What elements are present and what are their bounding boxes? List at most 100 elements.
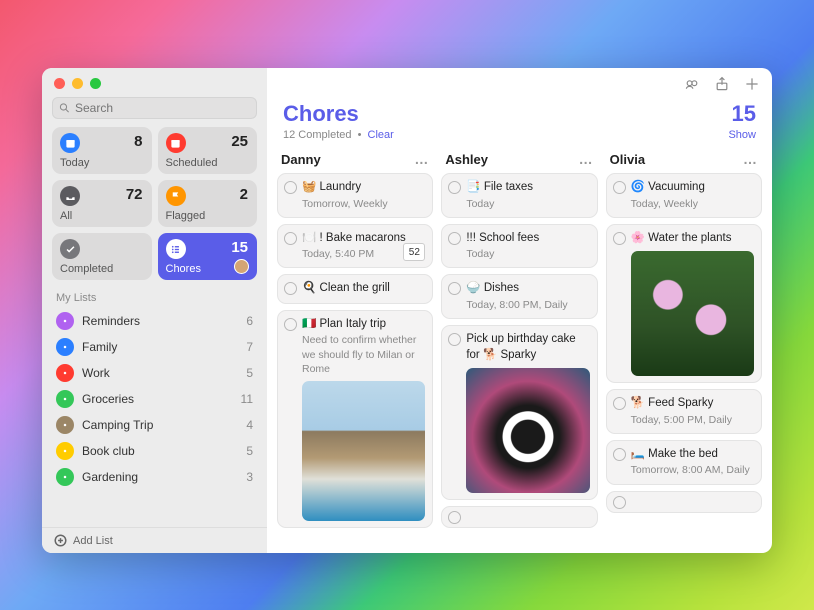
complete-checkbox[interactable]	[448, 511, 461, 524]
complete-checkbox[interactable]	[448, 181, 461, 194]
reminder-title: 🛏️ Make the bed	[631, 447, 754, 463]
share-icon[interactable]	[714, 76, 730, 97]
list-name: Groceries	[82, 392, 233, 406]
flagged-icon	[166, 186, 186, 206]
new-reminder-placeholder[interactable]	[441, 506, 597, 528]
show-completed-button[interactable]: Show	[728, 129, 756, 141]
columns: Danny…🧺 LaundryTomorrow, Weekly🍽️ ! Bake…	[267, 149, 772, 553]
search-icon	[59, 102, 70, 114]
reminder-meta: Tomorrow, Weekly	[302, 197, 425, 211]
reminder-card[interactable]: 🐕 Feed SparkyToday, 5:00 PM, Daily	[606, 389, 762, 434]
list-bullet-icon	[56, 416, 74, 434]
reminder-title: Pick up birthday cake for 🐕 Sparky	[466, 332, 589, 363]
reminder-image	[631, 251, 754, 376]
column-more-button[interactable]: …	[579, 151, 594, 167]
reminder-title: 🧺 Laundry	[302, 180, 425, 196]
smart-list-label: Scheduled	[166, 157, 250, 169]
reminder-card[interactable]: 🍳 Clean the grill	[277, 274, 433, 304]
smart-list-scheduled[interactable]: 25 Scheduled	[158, 127, 258, 174]
reminder-meta: Today	[466, 197, 589, 211]
list-work[interactable]: Work5	[42, 360, 267, 386]
complete-checkbox[interactable]	[613, 181, 626, 194]
scheduled-icon	[166, 133, 186, 153]
close-window-button[interactable]	[54, 78, 65, 89]
list-name: Family	[82, 340, 238, 354]
reminder-meta: Today, 8:00 PM, Daily	[466, 298, 589, 312]
smart-list-label: All	[60, 210, 144, 222]
all-icon	[60, 186, 80, 206]
completed-icon	[60, 239, 80, 259]
smart-list-today[interactable]: 8Today	[52, 127, 152, 174]
new-reminder-icon[interactable]	[744, 76, 760, 97]
reminder-title: 🇮🇹 Plan Italy trip	[302, 317, 425, 333]
list-name: Book club	[82, 444, 238, 458]
complete-checkbox[interactable]	[448, 282, 461, 295]
window-controls	[42, 68, 267, 95]
search-input[interactable]	[75, 101, 250, 115]
reminder-note: Need to confirm whether we should fly to…	[302, 333, 425, 376]
shared-avatar	[234, 259, 249, 274]
reminder-card[interactable]: 📑 File taxesToday	[441, 173, 597, 218]
smart-list-count: 25	[231, 133, 248, 150]
collaborate-icon[interactable]	[684, 76, 700, 97]
list-gardening[interactable]: Gardening3	[42, 464, 267, 490]
list-name: Reminders	[82, 314, 238, 328]
complete-checkbox[interactable]	[284, 318, 297, 331]
list-bullet-icon	[56, 442, 74, 460]
complete-checkbox[interactable]	[284, 181, 297, 194]
list-count: 7	[246, 340, 253, 354]
reminder-title: 🐕 Feed Sparky	[631, 396, 754, 412]
count-badge: 52	[403, 243, 425, 261]
complete-checkbox[interactable]	[448, 232, 461, 245]
column-title: Ashley	[445, 152, 488, 167]
new-reminder-placeholder[interactable]	[606, 491, 762, 513]
reminder-card[interactable]: 🇮🇹 Plan Italy tripNeed to confirm whethe…	[277, 310, 433, 528]
reminder-card[interactable]: 🍽️ ! Bake macaronsToday, 5:40 PM52	[277, 224, 433, 269]
zoom-window-button[interactable]	[90, 78, 101, 89]
list-bullet-icon	[56, 312, 74, 330]
add-list-button[interactable]: Add List	[42, 527, 267, 553]
list-groceries[interactable]: Groceries11	[42, 386, 267, 412]
reminder-card[interactable]: 🛏️ Make the bedTomorrow, 8:00 AM, Daily	[606, 440, 762, 485]
list-family[interactable]: Family 7	[42, 334, 267, 360]
list-count: 6	[246, 314, 253, 328]
sidebar: 8Today 25 Scheduled 72 All 2Flagged Completed 1…	[42, 68, 267, 553]
complete-checkbox[interactable]	[613, 397, 626, 410]
complete-checkbox[interactable]	[613, 232, 626, 245]
smart-list-flagged[interactable]: 2Flagged	[158, 180, 258, 227]
list-reminders[interactable]: Reminders 6	[42, 308, 267, 334]
smart-list-label: Completed	[60, 263, 144, 275]
clear-completed-button[interactable]: Clear	[368, 129, 394, 141]
smart-list-completed[interactable]: Completed	[52, 233, 152, 280]
smart-list-all[interactable]: 72 All	[52, 180, 152, 227]
column-more-button[interactable]: …	[414, 151, 429, 167]
reminder-card[interactable]: Pick up birthday cake for 🐕 Sparky	[441, 325, 597, 500]
list-count: 4	[246, 418, 253, 432]
complete-checkbox[interactable]	[284, 282, 297, 295]
smart-list-chores[interactable]: 15Chores	[158, 233, 258, 280]
reminder-card[interactable]: 🌸 Water the plants	[606, 224, 762, 384]
smart-list-count: 72	[126, 186, 143, 203]
complete-checkbox[interactable]	[613, 496, 626, 509]
reminder-title: 🌀 Vacuuming	[631, 180, 754, 196]
column-danny: Danny…🧺 LaundryTomorrow, Weekly🍽️ ! Bake…	[277, 149, 433, 543]
reminder-card[interactable]: !!! School feesToday	[441, 224, 597, 269]
completed-count-text: 12 Completed	[283, 129, 352, 141]
reminder-card[interactable]: 🌀 VacuumingToday, Weekly	[606, 173, 762, 218]
column-more-button[interactable]: …	[743, 151, 758, 167]
today-icon	[60, 133, 80, 153]
complete-checkbox[interactable]	[613, 448, 626, 461]
list-book-club[interactable]: Book club5	[42, 438, 267, 464]
reminder-card[interactable]: 🧺 LaundryTomorrow, Weekly	[277, 173, 433, 218]
complete-checkbox[interactable]	[284, 232, 297, 245]
my-lists: Reminders 6 Family 7 Work5Groceries11Camping…	[42, 308, 267, 527]
list-title: Chores	[283, 101, 359, 127]
list-camping-trip[interactable]: Camping Trip4	[42, 412, 267, 438]
add-list-label: Add List	[73, 535, 113, 547]
minimize-window-button[interactable]	[72, 78, 83, 89]
column-ashley: Ashley … 📑 File taxesToday !!! School feesT…	[441, 149, 597, 543]
reminder-card[interactable]: 🍚 DishesToday, 8:00 PM, Daily	[441, 274, 597, 319]
reminder-meta: Today, 5:00 PM, Daily	[631, 413, 754, 427]
complete-checkbox[interactable]	[448, 333, 461, 346]
search-field[interactable]	[52, 97, 257, 119]
